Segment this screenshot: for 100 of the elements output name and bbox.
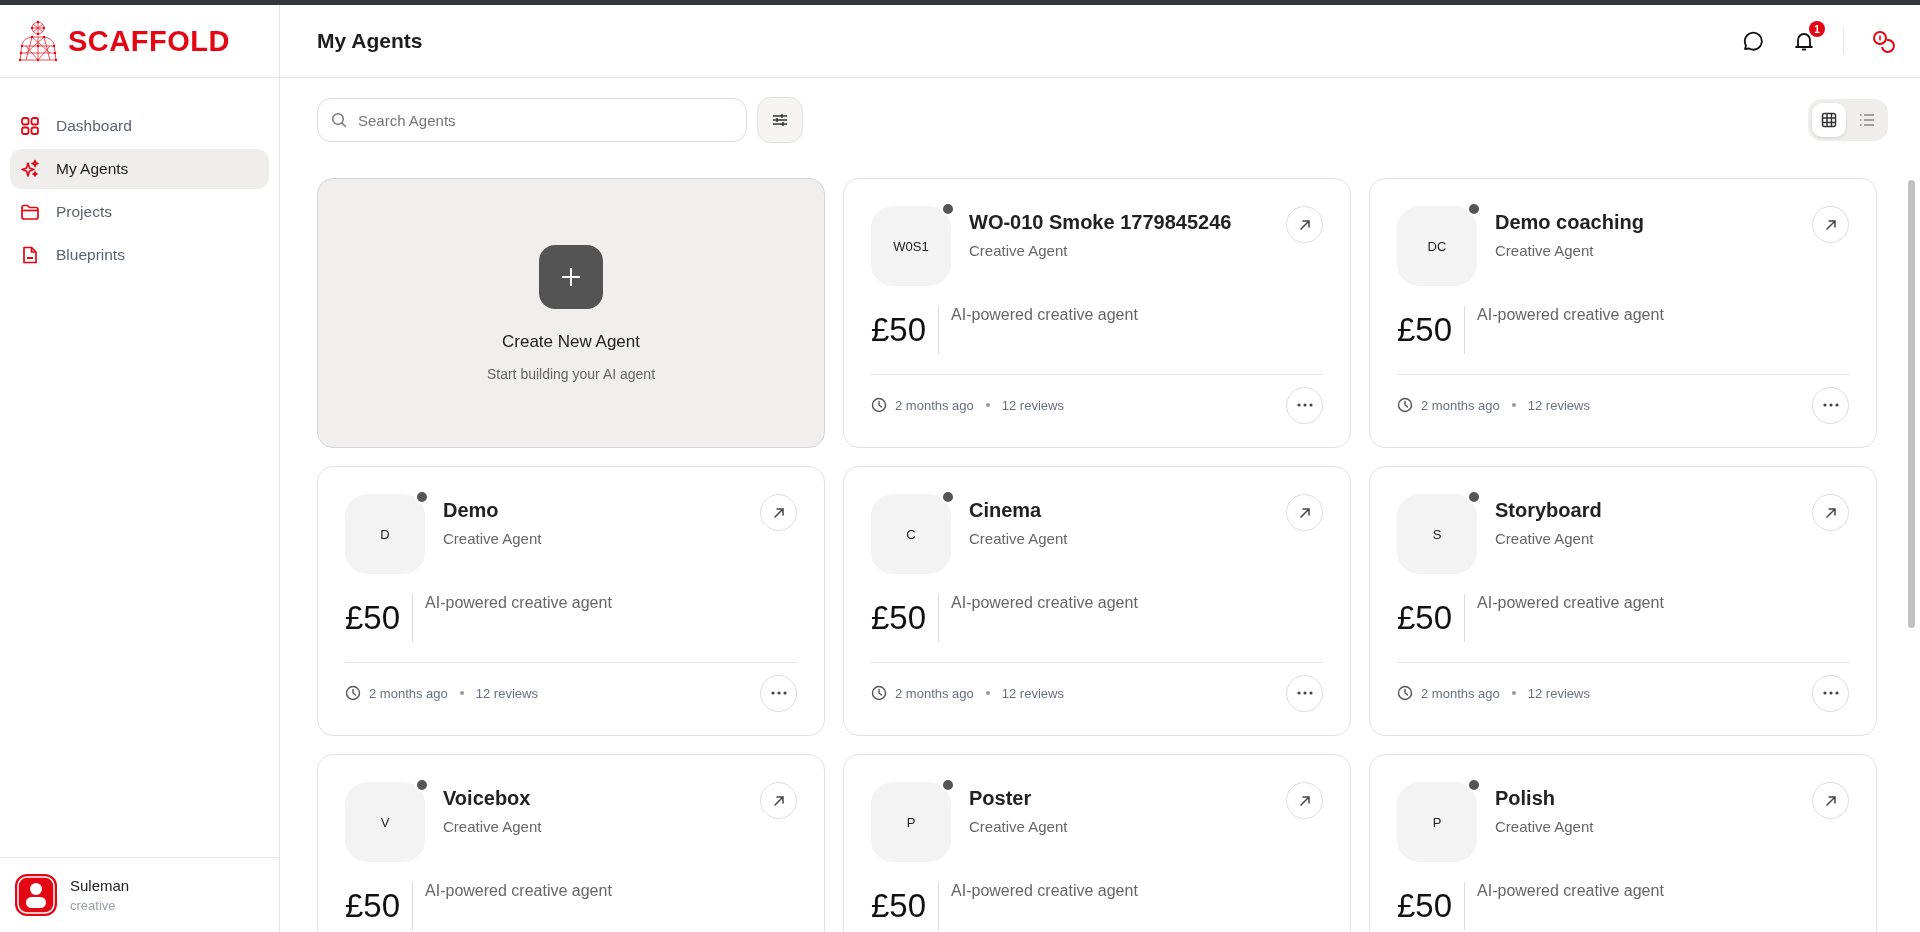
open-button[interactable] xyxy=(760,494,797,531)
create-agent-title: Create New Agent xyxy=(502,331,640,352)
review-count: 12 reviews xyxy=(1527,685,1590,701)
folder-icon xyxy=(20,202,40,222)
separator-dot xyxy=(985,691,990,695)
updated-time: 2 months ago xyxy=(895,397,974,413)
agent-avatar: P xyxy=(1397,782,1477,862)
credits-button[interactable] xyxy=(1870,28,1896,54)
arrow-up-right-icon xyxy=(1823,217,1838,232)
plus-icon xyxy=(561,266,581,287)
separator-dot xyxy=(459,691,464,695)
sidebar-item[interactable]: Projects xyxy=(10,192,269,232)
agent-description: AI-powered creative agent xyxy=(1476,306,1664,324)
agent-avatar: P xyxy=(871,782,951,862)
agent-type: Creative Agent xyxy=(443,530,543,547)
logo-icon xyxy=(18,20,58,62)
more-icon xyxy=(770,691,787,695)
status-dot xyxy=(1467,202,1481,216)
more-icon xyxy=(1822,691,1839,695)
agent-description: AI-powered creative agent xyxy=(1476,882,1664,900)
agent-card[interactable]: P Polish Creative Agent £50 AI-powered creative agent xyxy=(1369,754,1877,932)
agent-card[interactable]: S Storyboard Creative Agent £50 AI-powered creative agent 2 months ago 12 reviews xyxy=(1369,466,1877,736)
sidebar-item[interactable]: My Agents xyxy=(10,149,269,189)
more-icon xyxy=(1296,691,1313,695)
arrow-up-right-icon xyxy=(1823,793,1838,808)
agent-avatar: DC xyxy=(1397,206,1477,286)
bell-icon xyxy=(1793,30,1815,52)
sliders-icon xyxy=(772,113,788,127)
speech-bubble-icon xyxy=(1741,30,1763,52)
add-button[interactable] xyxy=(539,244,603,309)
page-title: My Agents xyxy=(317,29,424,53)
agent-card[interactable]: DC Demo coaching Creative Agent £50 AI-powered creative agent 2 months ago 12 reviews xyxy=(1369,178,1877,448)
agent-type: Creative Agent xyxy=(969,818,1069,835)
agent-avatar: V xyxy=(345,782,425,862)
agent-price: £50 xyxy=(1397,594,1466,642)
sparkles-icon xyxy=(20,159,40,179)
review-count: 12 reviews xyxy=(475,685,538,701)
grid-view-button[interactable] xyxy=(1812,103,1846,137)
updated-time: 2 months ago xyxy=(1421,397,1500,413)
sidebar-item[interactable]: Dashboard xyxy=(10,106,269,146)
agent-description: AI-powered creative agent xyxy=(950,882,1138,900)
agent-name: Poster xyxy=(969,787,1033,810)
agent-card[interactable]: C Cinema Creative Agent £50 AI-powered creative agent 2 months ago 12 reviews xyxy=(843,466,1351,736)
coins-icon xyxy=(1871,29,1895,53)
agent-description: AI-powered creative agent xyxy=(950,306,1138,324)
status-dot xyxy=(941,490,955,504)
user-name: Suleman xyxy=(70,877,130,894)
open-button[interactable] xyxy=(1812,206,1849,243)
review-count: 12 reviews xyxy=(1001,397,1064,413)
agent-card[interactable]: D Demo Creative Agent £50 AI-powered creative agent 2 months ago 12 reviews xyxy=(317,466,825,736)
agent-name: Demo xyxy=(443,499,500,522)
open-button[interactable] xyxy=(1286,206,1323,243)
open-button[interactable] xyxy=(1812,494,1849,531)
open-button[interactable] xyxy=(760,782,797,819)
agent-avatar: D xyxy=(345,494,425,574)
agent-price: £50 xyxy=(345,594,414,642)
agent-name: Demo coaching xyxy=(1495,211,1645,234)
more-icon xyxy=(1296,403,1313,407)
create-agent-subtitle: Start building your AI agent xyxy=(486,365,656,382)
updated-time: 2 months ago xyxy=(369,685,448,701)
agent-name: Cinema xyxy=(969,499,1043,522)
agent-card[interactable]: P Poster Creative Agent £50 AI-powered creative agent xyxy=(843,754,1351,932)
open-button[interactable] xyxy=(1286,494,1323,531)
sidebar-item[interactable]: Blueprints xyxy=(10,235,269,275)
notification-badge: 1 xyxy=(1809,21,1825,37)
agent-name: WO-010 Smoke 1779845246 xyxy=(969,211,1233,234)
agent-description: AI-powered creative agent xyxy=(424,882,612,900)
agent-card[interactable]: W0S1 WO-010 Smoke 1779845246 Creative Agent £50 AI-powered creative agent 2 months ago 12 reviews xyxy=(843,178,1351,448)
dashboard-grid-icon xyxy=(20,116,40,136)
agent-type: Creative Agent xyxy=(969,242,1069,259)
status-dot xyxy=(415,778,429,792)
clock-icon xyxy=(1397,397,1413,413)
create-agent-card[interactable]: Create New Agent Start building your AI agent xyxy=(317,178,825,448)
agent-description: AI-powered creative agent xyxy=(424,594,612,612)
agent-price: £50 xyxy=(1397,882,1466,930)
status-dot xyxy=(415,490,429,504)
agent-description: AI-powered creative agent xyxy=(950,594,1138,612)
open-button[interactable] xyxy=(1812,782,1849,819)
scrollbar-thumb[interactable] xyxy=(1908,180,1915,628)
status-dot xyxy=(941,202,955,216)
search-icon xyxy=(331,112,347,128)
arrow-up-right-icon xyxy=(1823,505,1838,520)
filter-button[interactable] xyxy=(757,97,803,143)
agent-avatar: C xyxy=(871,494,951,574)
agent-price: £50 xyxy=(871,594,940,642)
agent-name: Storyboard xyxy=(1495,499,1603,522)
agent-avatar: W0S1 xyxy=(871,206,951,286)
open-button[interactable] xyxy=(1286,782,1323,819)
agent-type: Creative Agent xyxy=(1495,530,1595,547)
list-icon xyxy=(1859,113,1875,127)
separator-dot xyxy=(985,403,990,407)
arrow-up-right-icon xyxy=(1297,505,1312,520)
brand-name: SCAFFOLD xyxy=(68,24,230,58)
user-role: creative xyxy=(70,898,117,913)
search-field[interactable]: Search Agents xyxy=(317,98,747,142)
user-avatar-icon xyxy=(14,873,58,917)
agent-type: Creative Agent xyxy=(443,818,543,835)
agent-card[interactable]: V Voicebox Creative Agent £50 AI-powered creative agent xyxy=(317,754,825,932)
agent-name: Polish xyxy=(1495,787,1556,810)
status-dot xyxy=(1467,490,1481,504)
